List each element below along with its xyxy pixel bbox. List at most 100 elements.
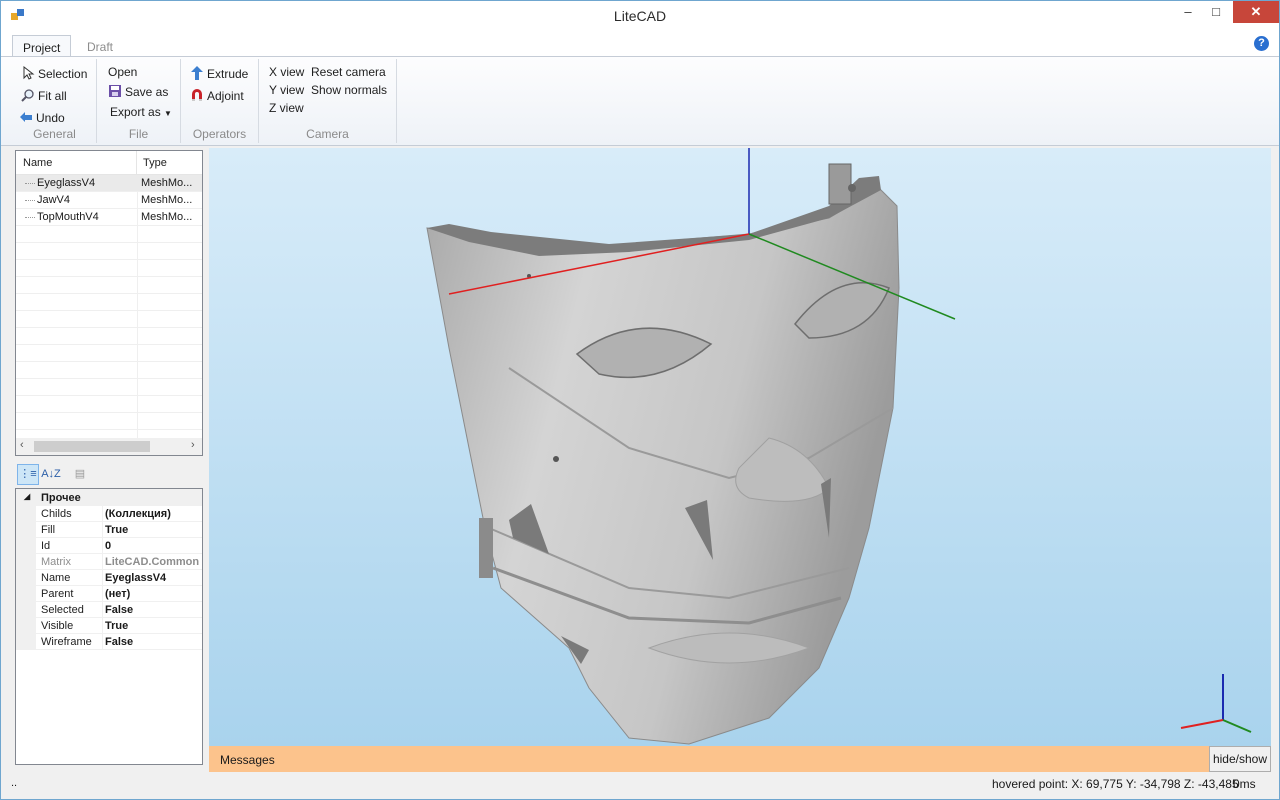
tree-empty-row: [16, 413, 202, 430]
hide-show-button[interactable]: hide/show: [1209, 746, 1271, 772]
tree-row-eyeglassv4[interactable]: EyeglassV4 MeshMo...: [16, 175, 202, 192]
tree-empty-row: [16, 362, 202, 379]
tree-empty-row: [16, 260, 202, 277]
group-label-operators: Operators: [192, 127, 247, 141]
property-gutter: [16, 538, 36, 554]
ribbon-group-camera: X view Y view Z view Reset camera Show n…: [259, 59, 397, 143]
tree-empty-row: [16, 345, 202, 362]
property-toolbar: ⋮≡ A↓Z ▤: [15, 462, 203, 486]
orientation-gizmo-icon: [1180, 674, 1252, 733]
tree-row-type: MeshMo...: [141, 194, 193, 206]
chevron-down-icon: ▼: [164, 109, 172, 118]
property-value[interactable]: EyeglassV4: [105, 572, 201, 584]
undo-icon: [20, 112, 32, 122]
scroll-right-icon[interactable]: ›: [191, 439, 195, 451]
group-label-file: File: [128, 127, 149, 141]
tree-row-type: MeshMo...: [141, 177, 193, 189]
property-value[interactable]: (нет): [105, 588, 201, 600]
tree-horizontal-scrollbar[interactable]: ‹ ›: [16, 438, 202, 455]
tab-draft[interactable]: Draft: [77, 35, 123, 58]
export-as-label: Export as: [110, 105, 161, 119]
x-view-button[interactable]: X view: [269, 65, 304, 79]
property-gutter: [16, 570, 36, 586]
tree-connector: [25, 217, 35, 218]
cursor-icon: [23, 66, 35, 80]
property-row-id[interactable]: Id 0: [16, 538, 202, 554]
ribbon-group-operators: Extrude Adjoint Operators: [181, 59, 259, 143]
property-row-name[interactable]: Name EyeglassV4: [16, 570, 202, 586]
undo-button[interactable]: Undo: [19, 110, 65, 125]
categorized-icon[interactable]: ⋮≡: [17, 464, 39, 485]
selection-label: Selection: [38, 67, 88, 81]
alphabetical-sort-icon[interactable]: A↓Z: [40, 464, 62, 485]
property-gutter: [16, 522, 36, 538]
selection-button[interactable]: Selection: [21, 66, 87, 81]
tree-empty-row: [16, 311, 202, 328]
ribbon-group-general: Selection Fit all Undo General: [13, 59, 97, 143]
ribbon-group-file: Open Save as Export as ▼ File: [97, 59, 181, 143]
window-title: LiteCAD: [613, 8, 667, 24]
property-value[interactable]: True: [105, 620, 201, 632]
column-header-type[interactable]: Type: [143, 157, 167, 169]
save-as-label: Save as: [125, 85, 169, 99]
property-row-parent[interactable]: Parent (нет): [16, 586, 202, 602]
3d-viewport[interactable]: [209, 148, 1271, 746]
property-key: Childs: [41, 508, 72, 520]
property-key: Parent: [41, 588, 74, 600]
property-value[interactable]: (Коллекция): [105, 508, 201, 520]
property-value[interactable]: False: [105, 604, 201, 616]
z-view-button[interactable]: Z view: [269, 101, 304, 115]
property-value[interactable]: True: [105, 524, 201, 536]
property-row-wireframe[interactable]: Wireframe False: [16, 634, 202, 650]
ribbon-panel: Selection Fit all Undo General Open Save…: [1, 56, 1279, 146]
property-row-fill[interactable]: Fill True: [16, 522, 202, 538]
close-button[interactable]: ✕: [1233, 1, 1279, 23]
reset-camera-button[interactable]: Reset camera: [311, 65, 386, 79]
status-bar: .. hovered point: X: 69,775 Y: -34,798 Z…: [1, 772, 1279, 799]
group-label-general: General: [33, 127, 76, 141]
app-window: LiteCAD – □ ✕ Project Draft ? Selection …: [0, 0, 1280, 800]
scrollbar-thumb[interactable]: [34, 441, 150, 452]
property-category[interactable]: ◢ Прочее: [16, 489, 202, 506]
open-button[interactable]: Open: [108, 65, 137, 79]
tree-row-jawv4[interactable]: JawV4 MeshMo...: [16, 192, 202, 209]
undo-label: Undo: [36, 111, 65, 125]
tree-row-name: TopMouthV4: [37, 211, 99, 223]
extrude-button[interactable]: Extrude: [190, 66, 248, 81]
column-header-name[interactable]: Name: [23, 157, 52, 169]
tree-row-name: EyeglassV4: [37, 177, 96, 189]
help-icon[interactable]: ?: [1254, 36, 1269, 51]
tab-project[interactable]: Project: [12, 35, 72, 58]
y-view-button[interactable]: Y view: [269, 83, 304, 97]
property-value[interactable]: 0: [105, 540, 201, 552]
tree-empty-row: [16, 277, 202, 294]
tree-empty-row: [16, 226, 202, 243]
property-gutter: [16, 506, 36, 522]
fit-all-button[interactable]: Fit all: [21, 88, 67, 103]
property-gutter: [16, 618, 36, 634]
hovered-point-readout: hovered point: X: 69,775 Y: -34,798 Z: -…: [992, 777, 1239, 791]
property-row-visible[interactable]: Visible True: [16, 618, 202, 634]
property-row-matrix[interactable]: Matrix LiteCAD.Common: [16, 554, 202, 570]
save-as-button[interactable]: Save as: [108, 84, 168, 99]
property-row-childs[interactable]: Childs (Коллекция): [16, 506, 202, 522]
property-key: Selected: [41, 604, 84, 616]
property-pages-icon[interactable]: ▤: [69, 464, 91, 485]
property-gutter: [16, 586, 36, 602]
adjoint-button[interactable]: Adjoint: [190, 88, 244, 103]
tree-empty-row: [16, 294, 202, 311]
tree-header: Name Type: [16, 151, 202, 175]
property-row-selected[interactable]: Selected False: [16, 602, 202, 618]
property-value[interactable]: False: [105, 636, 201, 648]
scroll-left-icon[interactable]: ‹: [20, 439, 24, 451]
messages-bar[interactable]: Messages: [209, 746, 1209, 772]
group-label-camera: Camera: [306, 127, 349, 141]
show-normals-button[interactable]: Show normals: [311, 83, 387, 97]
title-bar: LiteCAD – □ ✕: [1, 1, 1279, 31]
export-as-button[interactable]: Export as ▼: [110, 105, 172, 119]
column-divider[interactable]: [136, 151, 137, 175]
collapse-triangle-icon[interactable]: ◢: [24, 492, 30, 501]
maximize-button[interactable]: □: [1199, 1, 1233, 23]
property-gutter: [16, 634, 36, 650]
tree-row-topmouthv4[interactable]: TopMouthV4 MeshMo...: [16, 209, 202, 226]
